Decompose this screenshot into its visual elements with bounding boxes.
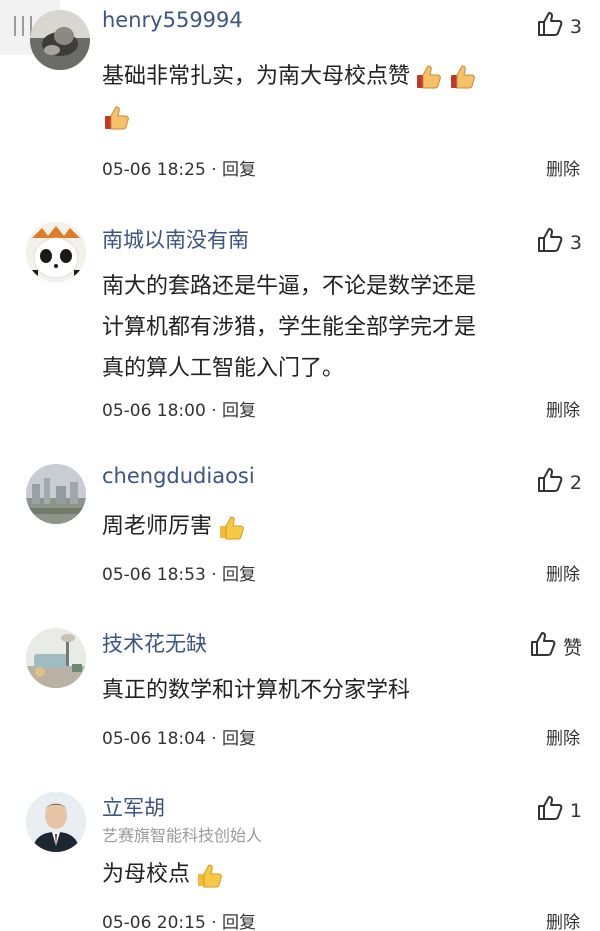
thumbs-up-outline-icon bbox=[536, 226, 570, 259]
thumbs-up-emoji bbox=[194, 860, 224, 890]
reply-link[interactable]: 回复 bbox=[222, 160, 256, 180]
like-count: 3 bbox=[569, 15, 582, 38]
comment-line: 真正的数学和计算机不分家学科 bbox=[102, 678, 411, 703]
like-button[interactable]: 3 bbox=[536, 226, 582, 259]
like-button[interactable]: 1 bbox=[536, 794, 582, 827]
reply-link[interactable]: 回复 bbox=[222, 401, 256, 421]
username[interactable]: henry559994 bbox=[102, 8, 243, 32]
like-count: 2 bbox=[569, 471, 582, 494]
username[interactable]: chengdudiaosi bbox=[102, 464, 255, 488]
avatar[interactable] bbox=[26, 464, 86, 524]
comment-text: 基础非常扎实，为南大母校点赞 bbox=[102, 56, 572, 138]
username[interactable]: 南城以南没有南 bbox=[102, 224, 249, 254]
delete-link[interactable]: 删除 bbox=[546, 908, 580, 931]
comment-line: 真的算人工智能入门了。 bbox=[102, 356, 345, 381]
reply-link[interactable]: 回复 bbox=[222, 913, 256, 931]
comment-text: 周老师厉害 bbox=[102, 506, 572, 547]
avatar[interactable] bbox=[26, 792, 86, 852]
timestamp: 05-06 18:25 bbox=[102, 160, 206, 180]
comment-meta: 05-06 20:15 · 回复 bbox=[102, 913, 257, 931]
reply-link[interactable]: 回复 bbox=[222, 565, 256, 585]
timestamp: 05-06 18:53 bbox=[102, 565, 206, 585]
thumbs-up-outline-icon bbox=[536, 466, 570, 499]
reply-link[interactable]: 回复 bbox=[222, 729, 256, 749]
comment-line: 基础非常扎实，为南大母校点赞 bbox=[102, 64, 411, 89]
user-title: 艺赛旗智能科技创始人 bbox=[102, 826, 263, 845]
thumbs-up-outline-icon bbox=[529, 630, 563, 663]
comment-text: 真正的数学和计算机不分家学科 bbox=[102, 670, 572, 711]
thumbs-up-outline-icon bbox=[536, 10, 570, 43]
delete-link[interactable]: 删除 bbox=[546, 724, 580, 749]
comment-list-page: henry559994 3 基础非常扎实，为南大母校点赞 05-06 18:25… bbox=[0, 0, 600, 931]
delete-link[interactable]: 删除 bbox=[546, 560, 580, 585]
comment-meta: 05-06 18:25 · 回复 bbox=[102, 160, 257, 180]
comment-meta: 05-06 18:53 · 回复 bbox=[102, 565, 257, 585]
delete-link[interactable]: 删除 bbox=[546, 155, 580, 180]
like-button[interactable]: 赞 bbox=[529, 630, 582, 663]
delete-link[interactable]: 删除 bbox=[546, 396, 580, 421]
avatar[interactable] bbox=[26, 628, 86, 688]
like-button[interactable]: 3 bbox=[536, 10, 582, 43]
like-label: 赞 bbox=[562, 637, 582, 659]
like-count: 1 bbox=[569, 799, 582, 822]
thumbs-up-emoji bbox=[414, 62, 444, 92]
like-button[interactable]: 2 bbox=[536, 466, 582, 499]
comment-line: 周老师厉害 bbox=[102, 514, 213, 539]
like-count: 3 bbox=[569, 231, 582, 254]
username[interactable]: 技术花无缺 bbox=[102, 628, 207, 658]
comment-line: 为母校点 bbox=[102, 862, 191, 887]
thumbs-up-emoji bbox=[102, 103, 132, 133]
comment-text: 南大的套路还是牛逼，不论是数学还是 计算机都有涉猎，学生能全部学完才是 真的算人… bbox=[102, 266, 572, 389]
thumbs-up-emoji bbox=[216, 512, 246, 542]
timestamp: 05-06 20:15 bbox=[102, 913, 206, 931]
comment-meta: 05-06 18:04 · 回复 bbox=[102, 729, 257, 749]
comment-meta: 05-06 18:00 · 回复 bbox=[102, 401, 257, 421]
timestamp: 05-06 18:00 bbox=[102, 401, 206, 421]
avatar[interactable] bbox=[30, 10, 90, 70]
timestamp: 05-06 18:04 bbox=[102, 729, 206, 749]
username[interactable]: 立军胡 bbox=[102, 792, 165, 822]
thumbs-up-outline-icon bbox=[536, 794, 570, 827]
thumbs-up-emoji bbox=[448, 62, 478, 92]
avatar[interactable] bbox=[26, 222, 86, 282]
comment-text: 为母校点 bbox=[102, 854, 572, 895]
comment-line: 计算机都有涉猎，学生能全部学完才是 bbox=[102, 315, 477, 340]
comment-line: 南大的套路还是牛逼，不论是数学还是 bbox=[102, 274, 477, 299]
